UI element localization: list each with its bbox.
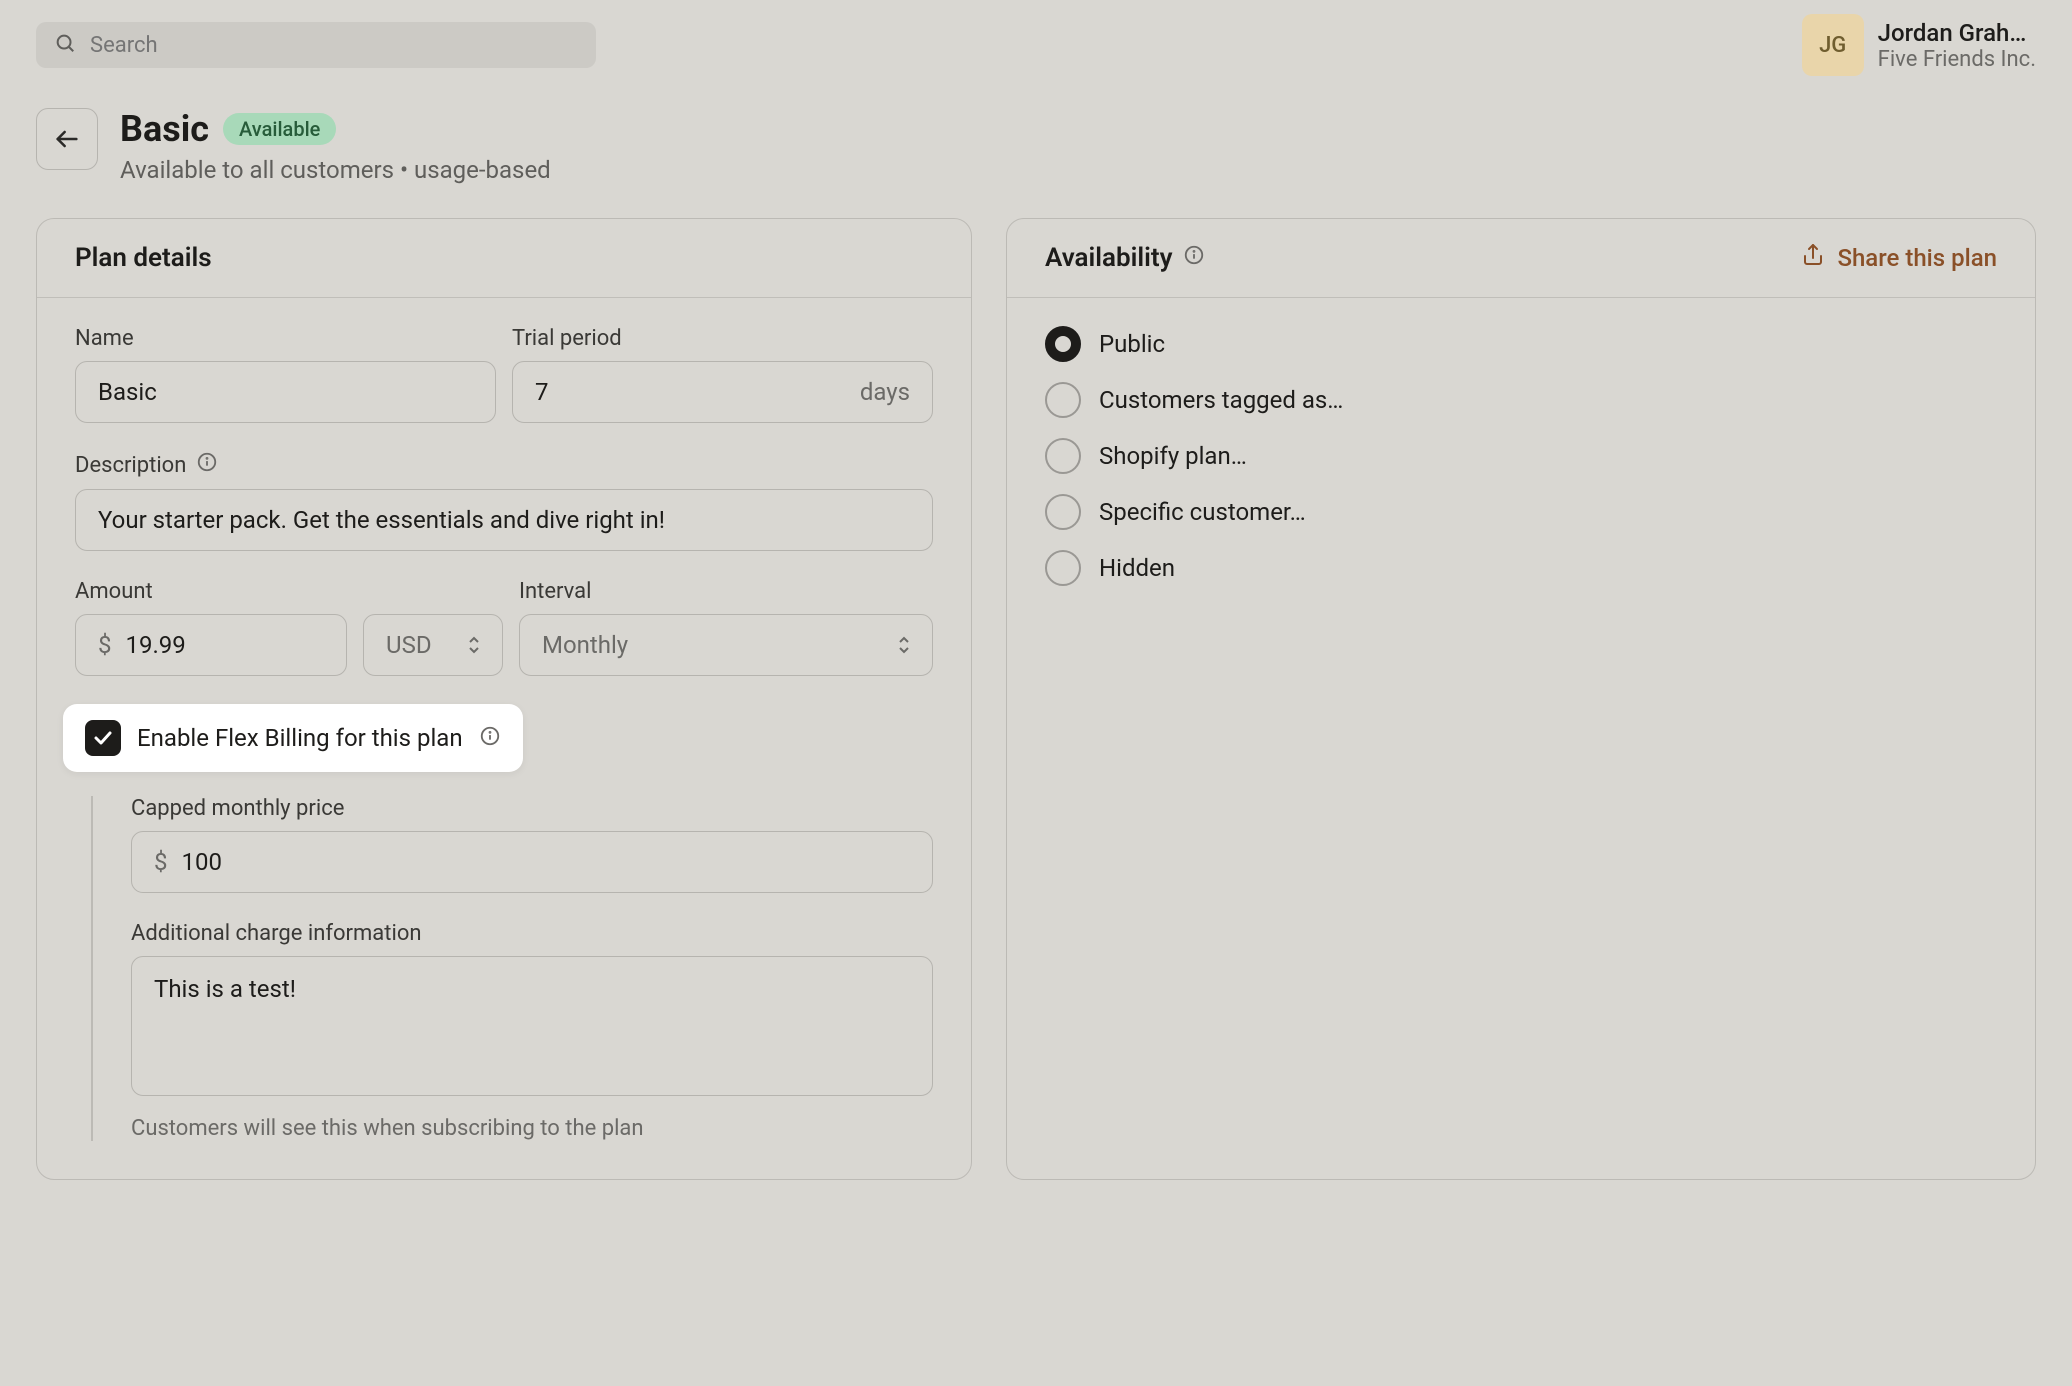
user-company: Five Friends Inc. — [1878, 47, 2036, 72]
availability-option-label: Specific customer… — [1099, 498, 1306, 526]
availability-card: Availability Share this plan Public Custo… — [1006, 218, 2036, 1180]
page-title: Basic — [120, 108, 209, 150]
description-label: Description — [75, 451, 933, 479]
chevron-updown-icon — [468, 636, 480, 654]
radio-icon — [1045, 326, 1081, 362]
description-input[interactable] — [75, 489, 933, 551]
radio-icon — [1045, 382, 1081, 418]
amount-label: Amount — [75, 579, 347, 604]
interval-select[interactable]: Monthly — [519, 614, 933, 676]
flex-billing-checkbox[interactable] — [85, 720, 121, 756]
availability-option-label: Hidden — [1099, 554, 1175, 582]
availability-title: Availability — [1045, 243, 1205, 273]
info-icon[interactable] — [1183, 243, 1205, 273]
name-label: Name — [75, 326, 496, 351]
back-button[interactable] — [36, 108, 98, 170]
availability-option[interactable]: Specific customer… — [1045, 494, 1997, 530]
plan-details-title: Plan details — [75, 243, 212, 273]
page-subtitle: Available to all customers • usage-based — [120, 156, 551, 184]
amount-input[interactable] — [126, 631, 325, 659]
trial-period-input[interactable] — [535, 378, 846, 406]
availability-option[interactable]: Public — [1045, 326, 1997, 362]
share-icon — [1801, 243, 1825, 273]
availability-option[interactable]: Hidden — [1045, 550, 1997, 586]
trial-period-label: Trial period — [512, 326, 933, 351]
currency-select[interactable]: USD — [363, 614, 503, 676]
search-field[interactable] — [36, 22, 596, 68]
chevron-updown-icon — [898, 636, 910, 654]
availability-option-label: Customers tagged as… — [1099, 386, 1343, 414]
search-input[interactable] — [90, 33, 578, 58]
avatar: JG — [1802, 14, 1864, 76]
availability-option-label: Shopify plan… — [1099, 442, 1247, 470]
capped-price-label: Capped monthly price — [131, 796, 933, 821]
interval-label: Interval — [519, 579, 933, 604]
share-plan-button[interactable]: Share this plan — [1801, 243, 1997, 273]
info-icon[interactable] — [196, 451, 218, 479]
capped-price-input[interactable] — [182, 848, 911, 876]
user-name: Jordan Grah… — [1878, 19, 2036, 47]
radio-icon — [1045, 438, 1081, 474]
radio-icon — [1045, 494, 1081, 530]
info-icon[interactable] — [479, 725, 501, 751]
additional-charge-textarea[interactable] — [131, 956, 933, 1096]
search-icon — [54, 32, 76, 58]
name-input[interactable] — [75, 361, 496, 423]
availability-option[interactable]: Shopify plan… — [1045, 438, 1997, 474]
trial-period-unit: days — [860, 378, 910, 406]
status-badge: Available — [223, 113, 336, 145]
flex-billing-label: Enable Flex Billing for this plan — [137, 724, 463, 752]
additional-charge-helper: Customers will see this when subscribing… — [131, 1116, 933, 1141]
radio-icon — [1045, 550, 1081, 586]
amount-currency-symbol: $ — [98, 631, 112, 659]
additional-charge-label: Additional charge information — [131, 921, 933, 946]
plan-details-card: Plan details Name Trial period days — [36, 218, 972, 1180]
user-menu[interactable]: JG Jordan Grah… Five Friends Inc. — [1802, 14, 2036, 76]
availability-option[interactable]: Customers tagged as… — [1045, 382, 1997, 418]
availability-option-label: Public — [1099, 330, 1165, 358]
capped-currency-symbol: $ — [154, 848, 168, 876]
